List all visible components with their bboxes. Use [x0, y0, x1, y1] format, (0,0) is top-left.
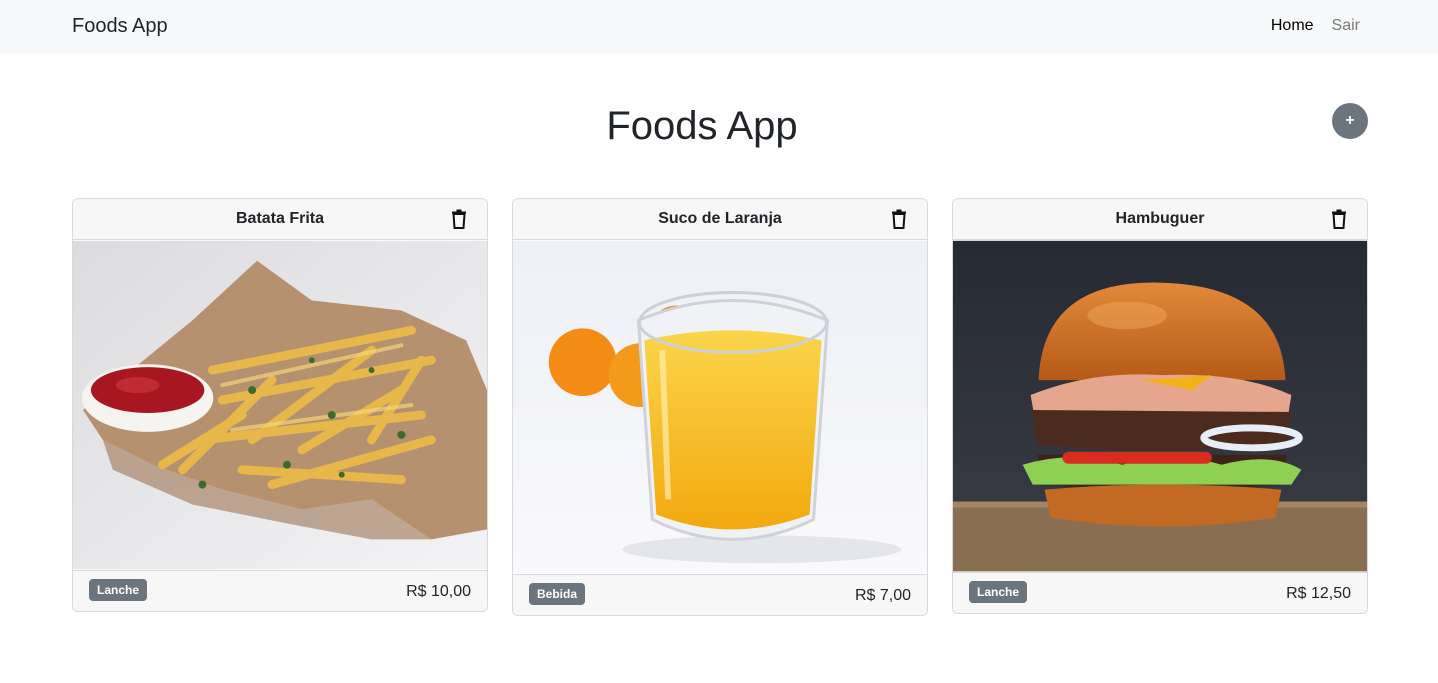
food-image-burger: [953, 240, 1367, 572]
card-title: Hambuguer: [1115, 210, 1205, 227]
card-header: Hambuguer: [953, 199, 1367, 240]
price-label: R$ 12,50: [1286, 585, 1351, 602]
food-image-fries: [73, 240, 487, 570]
price-label: R$ 7,00: [854, 587, 911, 604]
food-card: Batata Frita Lanche R$ 10,00: [72, 198, 488, 612]
page-title: Foods App: [606, 104, 798, 148]
food-card: Suco de Laranja Bebida R$ 7,00: [512, 198, 928, 616]
brand-link[interactable]: Foods App: [72, 15, 168, 38]
trash-icon[interactable]: [1331, 209, 1347, 229]
card-footer: Bebida R$ 7,00: [513, 574, 927, 615]
trash-icon[interactable]: [451, 209, 467, 229]
add-food-button[interactable]: +: [1332, 103, 1368, 139]
navbar: Foods App Home Sair: [0, 0, 1438, 54]
trash-icon[interactable]: [891, 209, 907, 229]
price-label: R$ 10,00: [406, 583, 471, 600]
card-title: Suco de Laranja: [658, 210, 782, 227]
nav-logout-link[interactable]: Sair: [1332, 17, 1360, 35]
nav-home-link[interactable]: Home: [1271, 17, 1314, 35]
category-badge: Bebida: [529, 583, 586, 605]
food-image-juice: [513, 240, 927, 574]
card-footer: Lanche R$ 10,00: [73, 570, 487, 611]
category-badge: Lanche: [969, 581, 1028, 603]
card-header: Suco de Laranja: [513, 199, 927, 240]
card-header: Batata Frita: [73, 199, 487, 240]
category-badge: Lanche: [89, 579, 148, 601]
nav-links: Home Sair: [1271, 17, 1360, 35]
food-card: Hambuguer Lanche R$ 12,50: [952, 198, 1368, 614]
card-title: Batata Frita: [235, 210, 325, 227]
card-footer: Lanche R$ 12,50: [953, 572, 1367, 613]
